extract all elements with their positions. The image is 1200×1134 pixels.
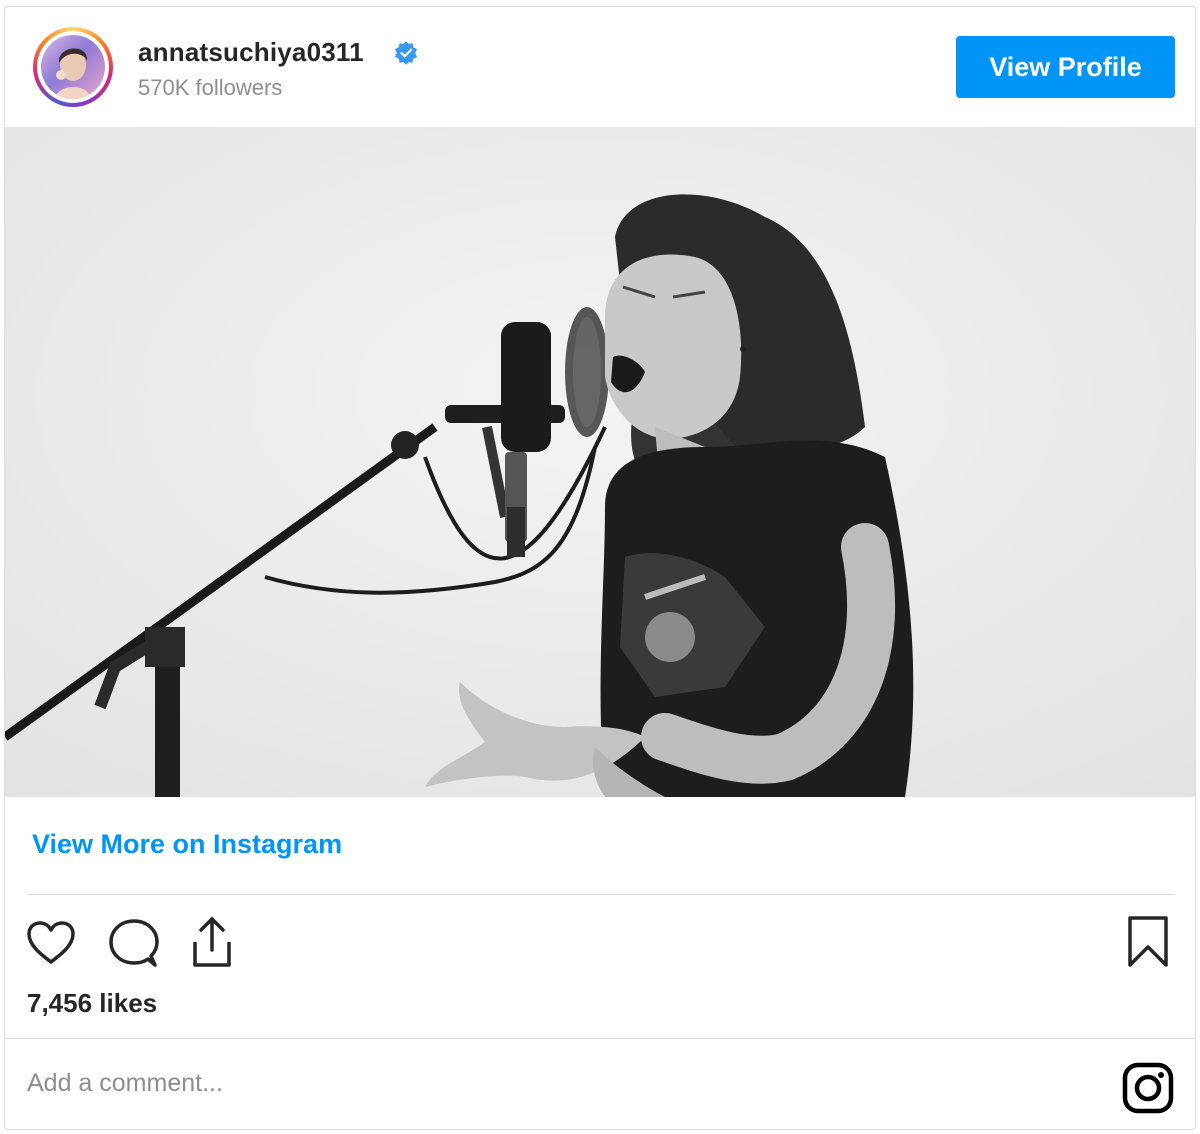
instagram-icon[interactable] [1122, 1062, 1174, 1114]
bookmark-icon[interactable] [1125, 914, 1171, 970]
divider [27, 894, 1175, 895]
heart-icon[interactable] [25, 920, 77, 966]
verified-icon [394, 41, 418, 65]
avatar-image [41, 35, 105, 99]
post-media[interactable] [5, 127, 1195, 797]
follower-count: 570K followers [138, 75, 283, 100]
share-icon[interactable] [187, 914, 237, 970]
view-profile-button[interactable]: View Profile [956, 36, 1175, 98]
post-photo [5, 127, 1195, 797]
comment-input[interactable]: Add a comment... [27, 1069, 223, 1098]
view-more-link[interactable]: View More on Instagram [32, 829, 342, 860]
post-header: annatsuchiya0311 570K followers View Pro… [5, 7, 1195, 127]
action-bar [5, 912, 1195, 972]
instagram-embed-card: annatsuchiya0311 570K followers View Pro… [4, 6, 1196, 1130]
username[interactable]: annatsuchiya0311 [138, 37, 364, 68]
divider [5, 1038, 1195, 1039]
comment-icon[interactable] [106, 918, 160, 968]
avatar[interactable] [33, 27, 113, 107]
like-count: 7,456 likes [27, 988, 158, 1018]
